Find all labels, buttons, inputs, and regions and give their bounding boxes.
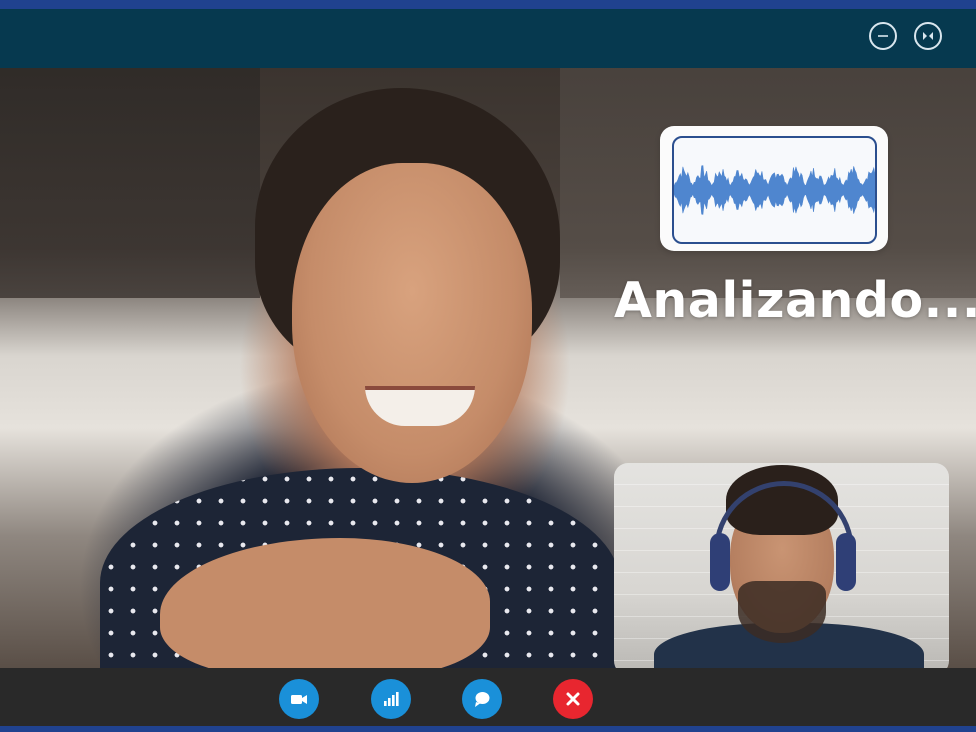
headphone-left (710, 533, 730, 591)
window-titlebar (0, 9, 976, 68)
collapse-arrows-icon (923, 32, 933, 40)
analysis-status-text: Analizando... (614, 272, 976, 329)
participant-face (292, 163, 532, 483)
close-x-icon (566, 692, 580, 706)
fit-window-button[interactable] (914, 22, 942, 50)
audio-waveform-card (660, 126, 888, 251)
headphone-right (836, 533, 856, 591)
self-view-beard (738, 581, 826, 643)
top-accent-bar (0, 0, 976, 9)
signal-button[interactable] (371, 679, 411, 719)
signal-bars-icon (384, 692, 399, 706)
chat-bubble-icon (475, 692, 490, 707)
minus-icon (878, 35, 888, 37)
video-camera-button[interactable] (279, 679, 319, 719)
waveform-frame (672, 136, 877, 244)
audio-waveform-icon (674, 165, 875, 215)
chat-button[interactable] (462, 679, 502, 719)
end-call-button[interactable] (553, 679, 593, 719)
bottom-accent-bar (0, 726, 976, 732)
background-cabinet-left (0, 68, 260, 298)
minimize-button[interactable] (869, 22, 897, 50)
self-view-video[interactable] (614, 463, 949, 675)
call-control-bar (0, 668, 976, 726)
video-camera-icon (291, 695, 307, 704)
